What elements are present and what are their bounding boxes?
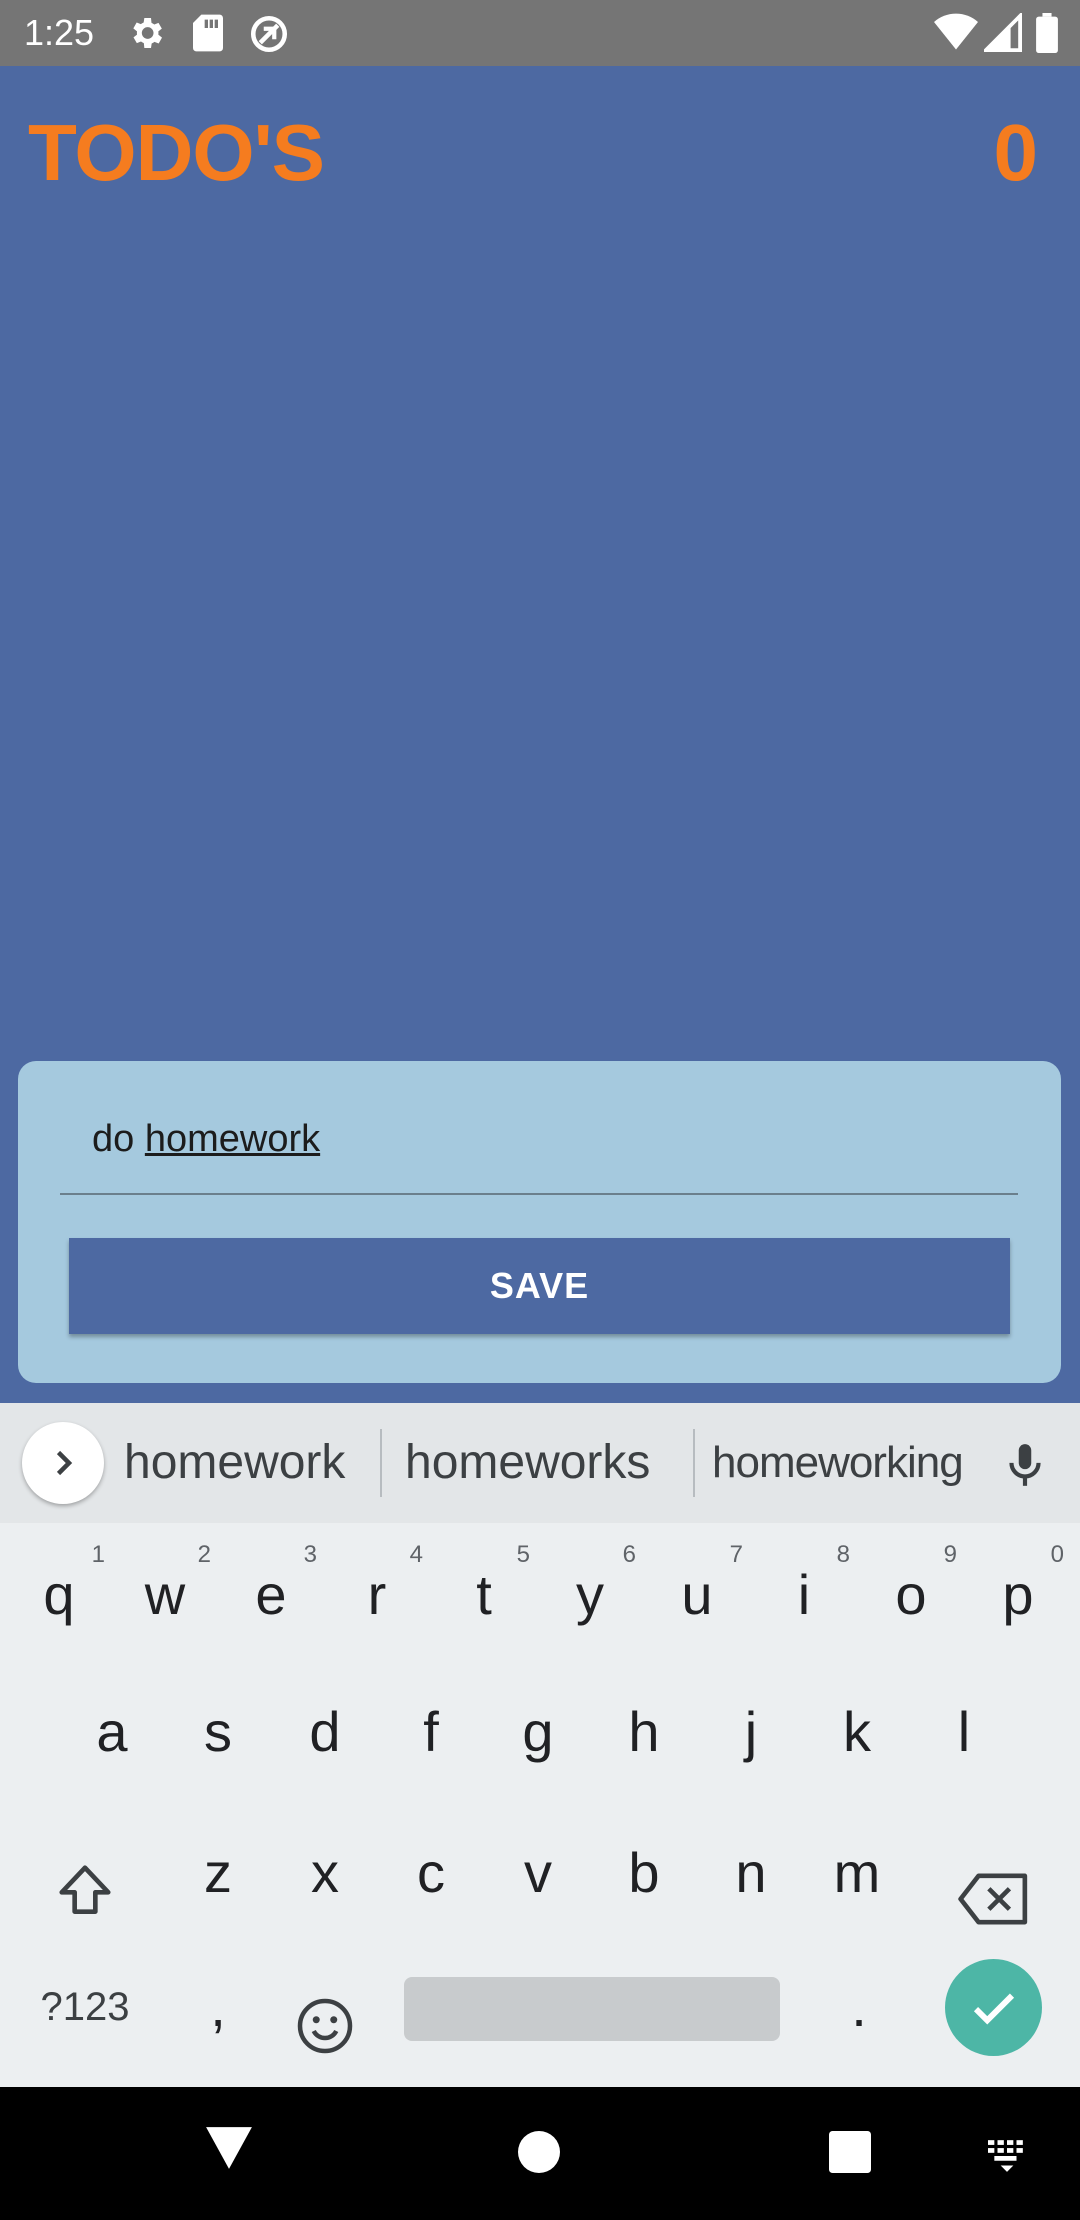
key-label: r: [367, 1563, 387, 1626]
key-label: p: [1002, 1563, 1034, 1626]
signal-icon: [981, 11, 1022, 58]
key-z[interactable]: z: [164, 1813, 272, 1933]
key-a[interactable]: a: [58, 1672, 166, 1792]
key-hint: 1: [91, 1541, 105, 1568]
key-label: i: [797, 1563, 811, 1626]
key-x[interactable]: x: [271, 1813, 379, 1933]
data-saver-icon: [248, 13, 290, 60]
key-b[interactable]: b: [590, 1813, 698, 1933]
key-j[interactable]: j: [697, 1672, 805, 1792]
soft-keyboard: homework homeworks homeworking q1 w2 e3 …: [0, 1403, 1080, 2087]
gear-icon: [126, 13, 166, 58]
key-d[interactable]: d: [271, 1672, 379, 1792]
period-key[interactable]: .: [805, 1947, 913, 2067]
key-s[interactable]: s: [164, 1672, 272, 1792]
key-h[interactable]: h: [590, 1672, 698, 1792]
suggestion-divider: [380, 1429, 382, 1497]
suggestion-2[interactable]: homeworks: [405, 1431, 650, 1495]
key-hint: 2: [197, 1541, 211, 1568]
key-f[interactable]: f: [377, 1672, 485, 1792]
comma-key[interactable]: ,: [164, 1947, 272, 2067]
key-p[interactable]: p0: [964, 1535, 1072, 1655]
navigation-bar: [0, 2087, 1080, 2220]
key-l[interactable]: l: [910, 1672, 1018, 1792]
wifi-icon: [934, 13, 978, 58]
key-r[interactable]: r4: [323, 1535, 431, 1655]
key-label: t: [476, 1563, 492, 1626]
key-label: o: [895, 1563, 927, 1626]
todo-count: 0: [993, 108, 1039, 197]
page-title: TODO'S: [28, 108, 325, 197]
suggestion-divider: [693, 1429, 695, 1497]
key-hint: 6: [622, 1541, 636, 1568]
key-g[interactable]: g: [484, 1672, 592, 1792]
expand-suggestions-button[interactable]: [22, 1422, 104, 1504]
key-label: u: [681, 1563, 713, 1626]
backspace-icon: [958, 1847, 1030, 1967]
key-hint: 5: [516, 1541, 530, 1568]
emoji-key[interactable]: [271, 1947, 379, 2067]
key-hint: 0: [1050, 1541, 1064, 1568]
chevron-right-icon: [45, 1444, 81, 1487]
todo-input-composing-word: homework: [144, 1118, 321, 1160]
key-hint: 3: [303, 1541, 317, 1568]
suggestion-strip: homework homeworks homeworking: [0, 1403, 1080, 1523]
key-q[interactable]: q1: [5, 1535, 113, 1655]
todo-input[interactable]: do homework: [60, 1109, 1018, 1195]
key-u[interactable]: u7: [643, 1535, 751, 1655]
battery-icon: [1036, 13, 1058, 58]
key-m[interactable]: m: [803, 1813, 911, 1933]
key-label: e: [255, 1563, 287, 1626]
key-y[interactable]: y6: [536, 1535, 644, 1655]
key-hint: 4: [409, 1541, 423, 1568]
key-hint: 7: [729, 1541, 743, 1568]
emoji-icon: [295, 1977, 355, 2097]
shift-key[interactable]: [30, 1813, 138, 1933]
backspace-key[interactable]: [940, 1813, 1048, 1933]
home-icon[interactable]: [518, 2131, 560, 2178]
microphone-icon[interactable]: [1000, 1437, 1050, 1498]
enter-key[interactable]: [945, 1959, 1042, 2056]
space-bar[interactable]: [404, 1977, 780, 2041]
key-k[interactable]: k: [803, 1672, 911, 1792]
checkmark-icon: [967, 1981, 1021, 2040]
key-v[interactable]: v: [484, 1813, 592, 1933]
key-t[interactable]: t5: [430, 1535, 538, 1655]
symbols-key[interactable]: ?123: [30, 1947, 140, 2067]
key-hint: 9: [943, 1541, 957, 1568]
keyboard-switch-icon[interactable]: [984, 2137, 1030, 2180]
shift-icon: [54, 1843, 116, 1963]
suggestion-3[interactable]: homeworking: [712, 1431, 964, 1495]
back-icon[interactable]: [204, 2125, 254, 2176]
key-label: w: [144, 1563, 186, 1626]
suggestion-1[interactable]: homework: [124, 1431, 345, 1495]
status-time: 1:25: [24, 12, 95, 53]
key-e[interactable]: e3: [217, 1535, 325, 1655]
status-bar: 1:25: [0, 0, 1080, 66]
key-o[interactable]: o9: [857, 1535, 965, 1655]
key-w[interactable]: w2: [111, 1535, 219, 1655]
key-n[interactable]: n: [697, 1813, 805, 1933]
key-hint: 8: [836, 1541, 850, 1568]
key-label: q: [43, 1563, 75, 1626]
save-button[interactable]: SAVE: [69, 1238, 1010, 1334]
key-label: y: [576, 1563, 604, 1626]
sd-card-icon: [190, 13, 226, 58]
recents-icon[interactable]: [829, 2131, 871, 2178]
new-todo-card: do homework SAVE: [18, 1061, 1061, 1383]
todo-input-text: do: [92, 1118, 135, 1160]
key-i[interactable]: i8: [750, 1535, 858, 1655]
key-c[interactable]: c: [377, 1813, 485, 1933]
